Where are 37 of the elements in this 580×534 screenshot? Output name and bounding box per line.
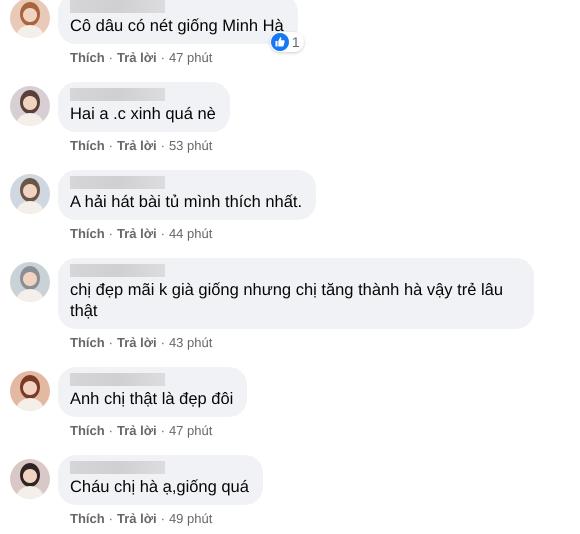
separator: · — [108, 510, 114, 527]
timestamp: 44 phút — [168, 225, 212, 242]
comment-text: Anh chị thật là đẹp đôi — [70, 389, 234, 410]
like-link[interactable]: Thích — [70, 137, 105, 154]
separator: · — [108, 137, 114, 154]
reaction-count[interactable]: 1 — [270, 32, 304, 52]
comment-text: Cháu chị hà ạ,giống quá — [70, 477, 249, 498]
separator: · — [160, 334, 165, 351]
like-link[interactable]: Thích — [70, 510, 105, 527]
reply-link[interactable]: Trả lời — [117, 334, 157, 351]
separator: · — [108, 422, 114, 439]
reply-link[interactable]: Trả lời — [117, 422, 157, 439]
separator: · — [108, 225, 114, 242]
comment-text: Hai a .c xinh quá nè — [70, 104, 216, 125]
separator: · — [160, 49, 165, 66]
reply-link[interactable]: Trả lời — [117, 49, 157, 66]
like-link[interactable]: Thích — [70, 225, 105, 242]
timestamp: 47 phút — [168, 49, 212, 66]
separator: · — [108, 334, 114, 351]
like-link[interactable]: Thích — [70, 334, 105, 351]
separator: · — [108, 49, 114, 66]
separator: · — [160, 510, 165, 527]
like-link[interactable]: Thích — [70, 422, 105, 439]
separator: · — [160, 137, 165, 154]
thumbs-up-icon — [270, 33, 289, 51]
timestamp: 47 phút — [168, 422, 212, 439]
reply-link[interactable]: Trả lời — [117, 137, 157, 154]
separator: · — [160, 225, 165, 242]
like-link[interactable]: Thích — [70, 49, 105, 66]
reply-link[interactable]: Trả lời — [117, 225, 157, 242]
timestamp: 43 phút — [168, 334, 212, 351]
comment-text: chị đẹp mãi k già giống nhưng chị tăng thành hà vậy trẻ lâu thật — [70, 280, 504, 322]
comment-text: A hải hát bài tủ mình thích nhất. — [70, 192, 302, 213]
separator: · — [160, 422, 165, 439]
timestamp: 49 phút — [168, 510, 212, 527]
timestamp: 53 phút — [168, 137, 212, 154]
reply-link[interactable]: Trả lời — [117, 510, 157, 527]
